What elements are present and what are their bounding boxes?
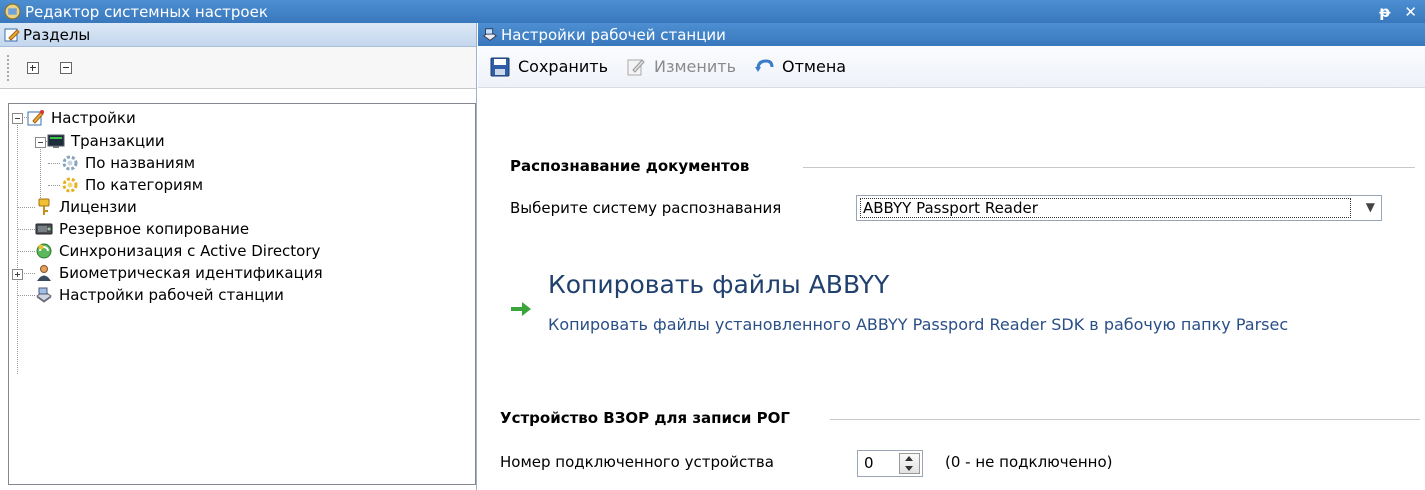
tree-item-transactions[interactable]: Транзакции (47, 131, 165, 151)
collapse-all-button[interactable] (60, 61, 72, 74)
workstation-settings-title: Настройки рабочей станции (501, 25, 726, 44)
person-icon (37, 265, 51, 281)
edit-button[interactable]: Изменить (626, 57, 736, 77)
edit-label: Изменить (654, 57, 736, 76)
device-number-stepper[interactable]: 0 (857, 450, 923, 477)
expand-all-button[interactable] (27, 61, 39, 74)
tree-item-by-categories[interactable]: По категориям (61, 175, 203, 195)
sync-icon (36, 243, 52, 259)
device-number-hint: (0 - не подключенно) (945, 453, 1113, 471)
sections-title: Разделы (23, 25, 91, 44)
tree-expander-transactions[interactable] (35, 137, 46, 148)
workstation-settings-panel: Настройки рабочей станции Сохранить Изме… (478, 23, 1425, 490)
tree-item-label: Настройки рабочей станции (59, 286, 284, 304)
arrow-right-icon (511, 302, 531, 316)
settings-toolbar: Сохранить Изменить Отмена (478, 46, 1425, 88)
tree-toolbar (0, 47, 476, 89)
tree-item-label: По категориям (85, 176, 204, 194)
cancel-label: Отмена (782, 57, 847, 76)
tree-item-licenses[interactable]: Лицензии (35, 197, 137, 217)
edit-icon (627, 58, 645, 75)
settings-editor-icon (4, 3, 21, 20)
workstation-settings-header: Настройки рабочей станции (478, 23, 1425, 46)
chevron-down-icon: ▼ (1365, 200, 1375, 214)
tree-item-label: Биометрическая идентификация (59, 264, 323, 282)
save-label: Сохранить (518, 57, 608, 76)
device-number-label: Номер подключенного устройства (500, 453, 774, 471)
tree-item-label: Транзакции (71, 132, 165, 150)
tree-item-biometric[interactable]: Биометрическая идентификация (35, 263, 323, 283)
tree-expander-settings[interactable] (12, 113, 23, 124)
key-icon (38, 198, 50, 215)
workstation-icon (483, 27, 497, 41)
workstation-icon (36, 287, 52, 303)
tree-item-label: Резервное копирование (59, 220, 250, 238)
recognition-group-divider (803, 167, 1415, 168)
gear-yellow-icon (62, 177, 78, 193)
toolbar-grip (7, 54, 11, 81)
device-group-title: Устройство ВЗОР для записи РОГ (500, 409, 790, 427)
edit-icon (4, 28, 20, 41)
copy-abbyy-link[interactable]: Копировать файлы ABBYY (548, 270, 889, 299)
recognition-system-value: ABBYY Passport Reader (860, 198, 1351, 218)
recognition-group-title: Распознавание документов (510, 157, 750, 175)
monitor-icon (47, 134, 65, 148)
close-button[interactable]: ✕ (1404, 3, 1417, 21)
tree-item-label: Лицензии (59, 198, 137, 216)
sections-header: Разделы (0, 23, 476, 47)
tree-expander-biometric[interactable] (12, 269, 23, 280)
tree-item-by-names[interactable]: По названиям (61, 153, 195, 173)
pin-button[interactable]: ᵽ (1379, 3, 1390, 21)
window-title: Редактор системных настроек (25, 2, 268, 21)
tree-item-ad-sync[interactable]: Синхронизация с Active Directory (35, 241, 320, 261)
tree-item-label: По названиям (85, 154, 196, 172)
tree-item-label: Настройки (51, 109, 136, 127)
settings-edit-icon (27, 110, 44, 126)
recognition-system-select[interactable]: ABBYY Passport Reader ▼ (856, 195, 1382, 221)
tree-item-backup[interactable]: Резервное копирование (35, 219, 249, 239)
save-button[interactable]: Сохранить (490, 57, 608, 77)
stepper-buttons[interactable] (899, 453, 920, 474)
sections-tree: Настройки Транзакции По названиям По кат… (8, 103, 476, 485)
copy-abbyy-description: Копировать файлы установленного ABBYY Pa… (548, 315, 1289, 334)
cancel-button[interactable]: Отмена (754, 57, 846, 77)
device-number-value: 0 (864, 454, 874, 472)
recognition-system-label: Выберите систему распознавания (510, 199, 782, 217)
floppy-disk-icon (490, 57, 510, 76)
gear-icon (62, 155, 78, 171)
tree-item-label: Синхронизация с Active Directory (59, 242, 321, 260)
tree-item-settings[interactable]: Настройки (27, 108, 136, 128)
window-titlebar: Редактор системных настроек ᵽ ✕ (0, 0, 1425, 23)
tree-item-workstation[interactable]: Настройки рабочей станции (35, 285, 284, 305)
undo-icon (755, 58, 774, 72)
device-group-divider (830, 419, 1420, 420)
disk-icon (35, 223, 53, 235)
